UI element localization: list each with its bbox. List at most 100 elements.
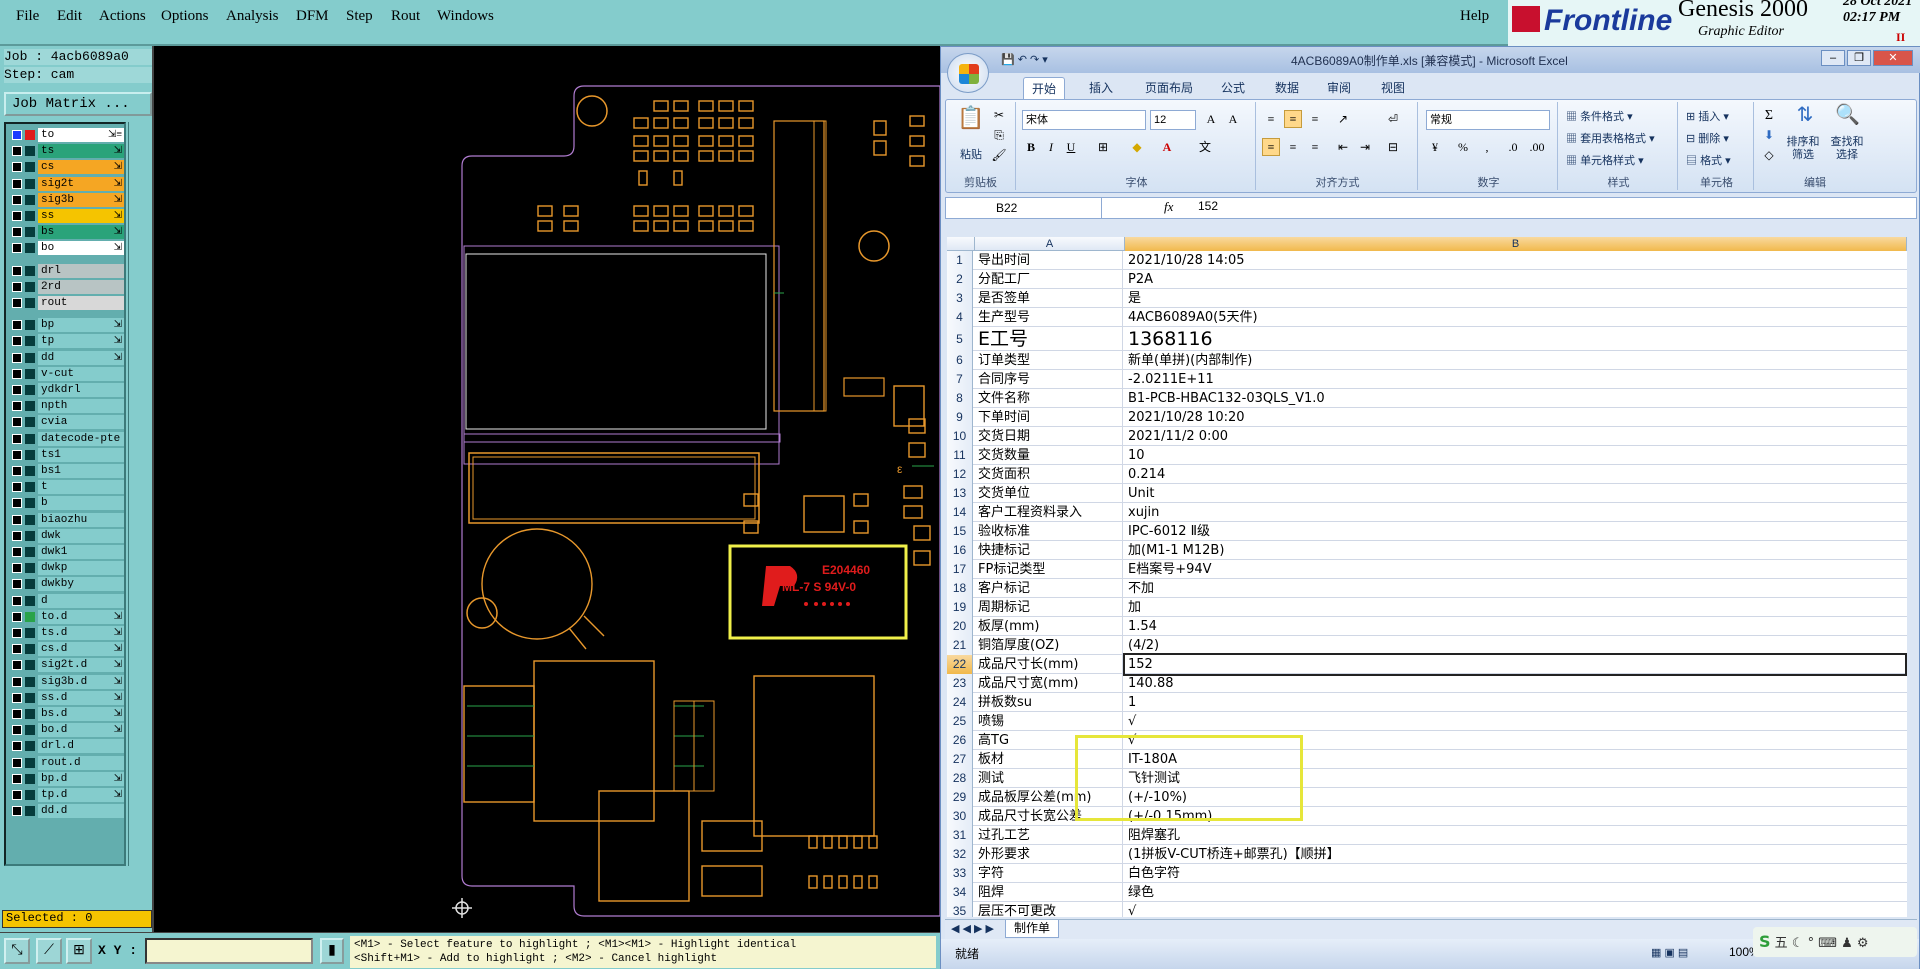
- find-select-icon[interactable]: 🔍: [1834, 105, 1860, 132]
- layer-row[interactable]: sig2t.d ⇲: [10, 658, 126, 673]
- row-header[interactable]: 17: [947, 560, 973, 579]
- layer-row[interactable]: cs ⇲: [10, 160, 126, 175]
- layer-checkbox[interactable]: [12, 482, 22, 493]
- layer-checkbox[interactable]: [12, 227, 22, 238]
- layer-checkbox[interactable]: [12, 741, 22, 752]
- font-name-select[interactable]: 宋体: [1022, 110, 1146, 130]
- layer-row[interactable]: drl: [10, 263, 126, 278]
- layer-row[interactable]: dwkby: [10, 577, 126, 592]
- menu-dfm[interactable]: DFM: [296, 8, 329, 25]
- cell-b[interactable]: P2A: [1125, 270, 1905, 289]
- row-header[interactable]: 5: [947, 327, 973, 351]
- autosum-icon[interactable]: Σ: [1760, 106, 1778, 124]
- row-header[interactable]: 24: [947, 693, 973, 712]
- row-header[interactable]: 27: [947, 750, 973, 769]
- row-header[interactable]: 8: [947, 389, 973, 408]
- layer-row[interactable]: ydkdrl: [10, 383, 126, 397]
- layer-checkbox[interactable]: [12, 530, 22, 541]
- fill-color-icon[interactable]: ◆: [1128, 138, 1146, 156]
- clear-icon[interactable]: ◇: [1760, 146, 1778, 164]
- column-header-a[interactable]: A: [975, 237, 1125, 251]
- layer-checkbox[interactable]: [12, 146, 22, 157]
- menu-windows[interactable]: Windows: [437, 8, 494, 25]
- delete-cells-button[interactable]: ⊟ 删除 ▾: [1686, 130, 1729, 146]
- cell-a[interactable]: 交货面积: [975, 465, 1123, 484]
- cell-a[interactable]: 成品尺寸宽(mm): [975, 674, 1123, 693]
- info-icon[interactable]: ▮: [320, 938, 344, 964]
- cell-a[interactable]: 导出时间: [975, 251, 1123, 270]
- office-button[interactable]: [947, 53, 989, 93]
- comma-icon[interactable]: ,: [1478, 138, 1496, 156]
- cell-b[interactable]: 1: [1125, 693, 1905, 712]
- cell-b[interactable]: IPC-6012 Ⅱ级: [1125, 522, 1905, 541]
- row-header[interactable]: 21: [947, 636, 973, 655]
- layer-checkbox[interactable]: [12, 563, 22, 574]
- wrap-text-icon[interactable]: ⏎: [1384, 110, 1402, 128]
- decrease-decimal-icon[interactable]: .00: [1528, 138, 1546, 156]
- layer-checkbox[interactable]: [12, 162, 22, 173]
- insert-function-icon[interactable]: fx: [1164, 199, 1173, 215]
- layer-row[interactable]: datecode-pte: [10, 431, 126, 446]
- row-header[interactable]: 25: [947, 712, 973, 731]
- layer-row[interactable]: ss ⇲: [10, 209, 126, 223]
- cell-b[interactable]: 2021/10/28 10:20: [1125, 408, 1905, 427]
- cell-b[interactable]: 4ACB6089A0(5天件): [1125, 308, 1905, 327]
- ribbon-tab[interactable]: 视图: [1373, 77, 1413, 99]
- layer-checkbox[interactable]: [12, 692, 22, 703]
- layer-checkbox[interactable]: [12, 320, 22, 331]
- layer-row[interactable]: biaozhu: [10, 512, 126, 527]
- row-header[interactable]: 13: [947, 484, 973, 503]
- decrease-indent-icon[interactable]: ⇤: [1334, 138, 1352, 156]
- cell-a[interactable]: 是否签单: [975, 289, 1123, 308]
- cell-a[interactable]: 层压不可更改: [975, 902, 1123, 917]
- copy-icon[interactable]: ⎘: [990, 126, 1008, 144]
- pcb-canvas[interactable]: E204460 ML-7 S 94V-0 ε: [154, 46, 940, 932]
- increase-indent-icon[interactable]: ⇥: [1356, 138, 1374, 156]
- cell-a[interactable]: 订单类型: [975, 351, 1123, 370]
- ime-icons[interactable]: ☾ ° ⌨ ♟ ⚙: [1792, 936, 1869, 951]
- cell-b[interactable]: (4/2): [1125, 636, 1905, 655]
- cell-a[interactable]: E工号: [975, 327, 1123, 351]
- row-header[interactable]: 31: [947, 826, 973, 845]
- row-header[interactable]: 30: [947, 807, 973, 826]
- cell-b[interactable]: -2.0211E+11: [1125, 370, 1905, 389]
- conditional-format-button[interactable]: ▦ 条件格式 ▾: [1566, 108, 1633, 124]
- underline-icon[interactable]: U: [1062, 138, 1080, 156]
- layer-row[interactable]: bo ⇲: [10, 241, 126, 256]
- cell-a[interactable]: 交货单位: [975, 484, 1123, 503]
- cell-a[interactable]: 交货日期: [975, 427, 1123, 446]
- row-header[interactable]: 22: [947, 655, 973, 674]
- layer-row[interactable]: cs.d ⇲: [10, 642, 126, 657]
- cell-a[interactable]: 分配工厂: [975, 270, 1123, 289]
- layer-checkbox[interactable]: [12, 243, 22, 254]
- layer-row[interactable]: 2rd: [10, 279, 126, 294]
- cell-a[interactable]: 铜箔厚度(OZ): [975, 636, 1123, 655]
- row-header[interactable]: 33: [947, 864, 973, 883]
- row-header[interactable]: 9: [947, 408, 973, 427]
- cell-a[interactable]: 下单时间: [975, 408, 1123, 427]
- orientation-icon[interactable]: ↗: [1334, 110, 1352, 128]
- menu-file[interactable]: File: [16, 8, 39, 25]
- cell-b[interactable]: 1.54: [1125, 617, 1905, 636]
- italic-icon[interactable]: I: [1042, 138, 1060, 156]
- layer-row[interactable]: sig2t ⇲: [10, 176, 126, 191]
- layer-row[interactable]: dwk1: [10, 545, 126, 559]
- row-header[interactable]: 7: [947, 370, 973, 389]
- close-button[interactable]: ✕: [1873, 50, 1913, 66]
- cell-style-button[interactable]: ▦ 单元格样式 ▾: [1566, 152, 1644, 168]
- sort-filter-icon[interactable]: ⇅: [1792, 105, 1818, 132]
- formula-input[interactable]: 152: [1198, 199, 1218, 213]
- cell-b[interactable]: 是: [1125, 289, 1905, 308]
- percent-icon[interactable]: %: [1454, 138, 1472, 156]
- layer-checkbox[interactable]: [12, 385, 22, 395]
- layer-checkbox[interactable]: [12, 611, 22, 622]
- row-header[interactable]: 11: [947, 446, 973, 465]
- select-all-corner[interactable]: [947, 237, 975, 251]
- layer-row[interactable]: npth: [10, 399, 126, 414]
- ime-mode[interactable]: 五: [1775, 936, 1788, 951]
- layer-checkbox[interactable]: [12, 757, 22, 768]
- fill-icon[interactable]: ⬇: [1760, 126, 1778, 144]
- cell-b[interactable]: 2021/11/2 0:00: [1125, 427, 1905, 446]
- cell-a[interactable]: 文件名称: [975, 389, 1123, 408]
- row-header[interactable]: 19: [947, 598, 973, 617]
